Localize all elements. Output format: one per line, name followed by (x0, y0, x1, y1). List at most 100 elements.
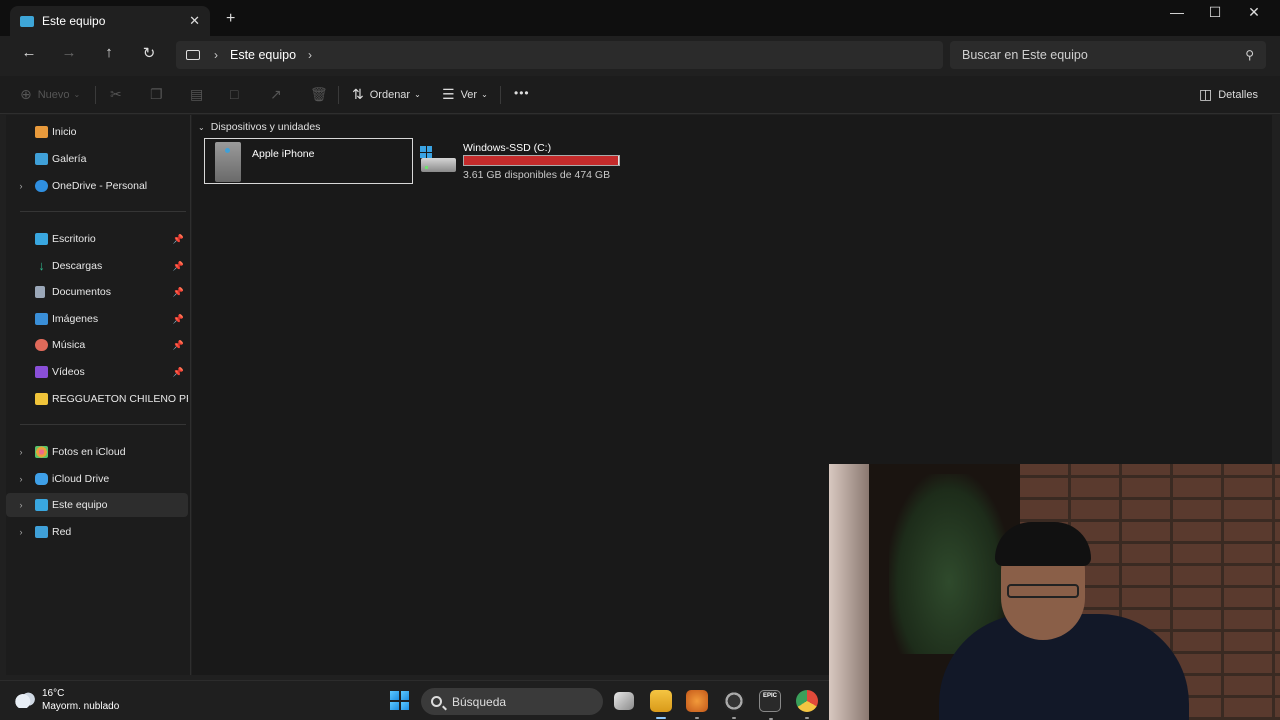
sort-icon: ⇅ (352, 86, 364, 102)
chevron-right-icon[interactable]: › (14, 527, 28, 537)
sidebar-item-label: Escritorio (52, 233, 96, 245)
sidebar-item-musica[interactable]: Música 📌 (6, 333, 188, 357)
fl-studio-icon[interactable] (686, 690, 708, 719)
minimize-button[interactable]: — (1157, 4, 1197, 20)
sort-label: Ordenar (369, 88, 411, 101)
paste-button[interactable]: ▤ (190, 86, 209, 103)
task-view-icon[interactable] (614, 692, 634, 710)
sidebar-item-icloud-drive[interactable]: › iCloud Drive (6, 467, 188, 491)
view-button[interactable]: ☰ Ver ⌄ (442, 86, 488, 103)
icloud-photos-icon (35, 446, 48, 458)
chevron-right-icon: › (214, 48, 218, 62)
drive-windows-ssd[interactable]: Windows-SSD (C:) 3.61 GB disponibles de … (420, 138, 630, 184)
desktop-icon (35, 233, 48, 245)
sidebar-item-imagenes[interactable]: Imágenes 📌 (6, 307, 188, 331)
sidebar-item-escritorio[interactable]: Escritorio 📌 (6, 227, 188, 251)
address-bar[interactable]: › Este equipo › (176, 41, 943, 69)
sidebar-item-label: REGGUAETON CHILENO PROD (52, 393, 188, 405)
view-label: Ver (460, 88, 478, 101)
delete-button[interactable]: 🗑 (310, 86, 334, 103)
chevron-down-icon: ⌄ (198, 122, 205, 132)
sidebar-item-este-equipo[interactable]: › Este equipo (6, 493, 188, 517)
videos-icon (35, 366, 48, 378)
start-button[interactable] (390, 691, 409, 710)
sidebar-item-label: Fotos en iCloud (52, 446, 126, 458)
chrome-icon[interactable] (796, 690, 818, 719)
epic-games-icon[interactable]: EPIC (759, 690, 781, 720)
chevron-right-icon[interactable]: › (308, 48, 312, 62)
sidebar-item-regguaeton-folder[interactable]: REGGUAETON CHILENO PROD (6, 387, 188, 411)
pin-icon: 📌 (172, 286, 184, 297)
details-button[interactable]: ◫ Detalles (1199, 86, 1258, 103)
more-options-button[interactable]: ••• (514, 86, 530, 100)
this-pc-icon (35, 499, 48, 511)
rename-button[interactable]: □ (230, 86, 244, 102)
group-title: Dispositivos y unidades (210, 121, 321, 133)
screen: Este equipo ✕ + — ☐ ✕ ← → ↑ ↻ › Este equ… (0, 0, 1280, 720)
group-header[interactable]: ⌄ Dispositivos y unidades (198, 121, 320, 133)
pin-icon: 📌 (172, 260, 184, 271)
up-button[interactable]: ↑ (97, 44, 121, 61)
sidebar-item-label: iCloud Drive (52, 473, 110, 485)
new-button[interactable]: ⊕ Nuevo ⌄ (20, 86, 80, 103)
sidebar-item-fotos-icloud[interactable]: › Fotos en iCloud (6, 440, 188, 464)
window-frame (829, 464, 869, 720)
sort-button[interactable]: ⇅ Ordenar ⌄ (352, 86, 421, 103)
tab-este-equipo[interactable]: Este equipo ✕ (10, 6, 210, 36)
new-label: Nuevo (37, 88, 70, 101)
taskbar-search[interactable]: Búsqueda (421, 688, 603, 715)
onedrive-icon (35, 180, 48, 192)
chevron-right-icon[interactable]: › (14, 181, 28, 191)
back-button[interactable]: ← (17, 44, 41, 61)
sidebar-item-videos[interactable]: Vídeos 📌 (6, 360, 188, 384)
copy-button[interactable]: ❐ (150, 86, 169, 103)
person-hair (995, 522, 1091, 566)
forward-button[interactable]: → (57, 44, 81, 61)
divider (20, 424, 186, 425)
chevron-right-icon[interactable]: › (14, 474, 28, 484)
pictures-icon (35, 313, 48, 325)
taskbar-search-label: Búsqueda (452, 694, 507, 709)
monitor-icon (186, 50, 200, 60)
file-explorer-icon[interactable] (650, 690, 672, 719)
chevron-down-icon: ⌄ (73, 90, 81, 99)
maximize-button[interactable]: ☐ (1195, 4, 1235, 21)
partly-cloudy-icon (14, 690, 36, 708)
documents-icon (35, 286, 45, 298)
search-icon (431, 696, 442, 707)
sidebar-item-galeria[interactable]: Galería (6, 147, 188, 171)
tab-label: Este equipo (42, 14, 106, 28)
obs-icon[interactable] (723, 690, 745, 719)
sidebar-item-descargas[interactable]: ↓ Descargas 📌 (6, 254, 188, 278)
search-input[interactable]: Buscar en Este equipo ⚲ (950, 41, 1266, 69)
chevron-right-icon[interactable]: › (14, 447, 28, 457)
tab-close-icon[interactable]: ✕ (189, 13, 200, 29)
sidebar-item-label: OneDrive - Personal (52, 180, 148, 192)
icloud-drive-icon (35, 473, 48, 485)
sidebar-item-documentos[interactable]: Documentos 📌 (6, 280, 188, 304)
share-button[interactable]: ↗ (270, 86, 288, 103)
refresh-button[interactable]: ↻ (137, 44, 161, 62)
device-label: Apple iPhone (252, 148, 315, 160)
pin-icon: 📌 (172, 339, 184, 350)
weather-widget[interactable]: 16°C Mayorm. nublado (14, 687, 119, 713)
close-button[interactable]: ✕ (1234, 4, 1274, 21)
music-icon (35, 339, 48, 351)
network-icon (35, 526, 48, 538)
copy-icon: ❐ (150, 86, 163, 102)
webcam-overlay (829, 464, 1280, 720)
sidebar-item-onedrive[interactable]: › OneDrive - Personal (6, 174, 188, 198)
cut-button[interactable]: ✂ (110, 86, 128, 103)
sidebar-item-label: Descargas (52, 260, 103, 272)
sidebar-item-inicio[interactable]: Inicio (6, 120, 188, 144)
command-bar: ⊕ Nuevo ⌄ ✂ ❐ ▤ □ ↗ 🗑 ⇅ Ordenar ⌄ ☰ Ver … (0, 76, 1280, 114)
sidebar-item-red[interactable]: › Red (6, 520, 188, 544)
chevron-right-icon[interactable]: › (14, 500, 28, 510)
new-tab-button[interactable]: + (226, 10, 235, 28)
sidebar-item-label: Este equipo (52, 499, 108, 511)
portable-device-icon (215, 142, 241, 182)
device-apple-iphone[interactable]: Apple iPhone (204, 138, 413, 184)
breadcrumb-este-equipo[interactable]: Este equipo (230, 48, 296, 62)
sidebar-item-label: Vídeos (52, 366, 85, 378)
cut-icon: ✂ (110, 86, 122, 102)
